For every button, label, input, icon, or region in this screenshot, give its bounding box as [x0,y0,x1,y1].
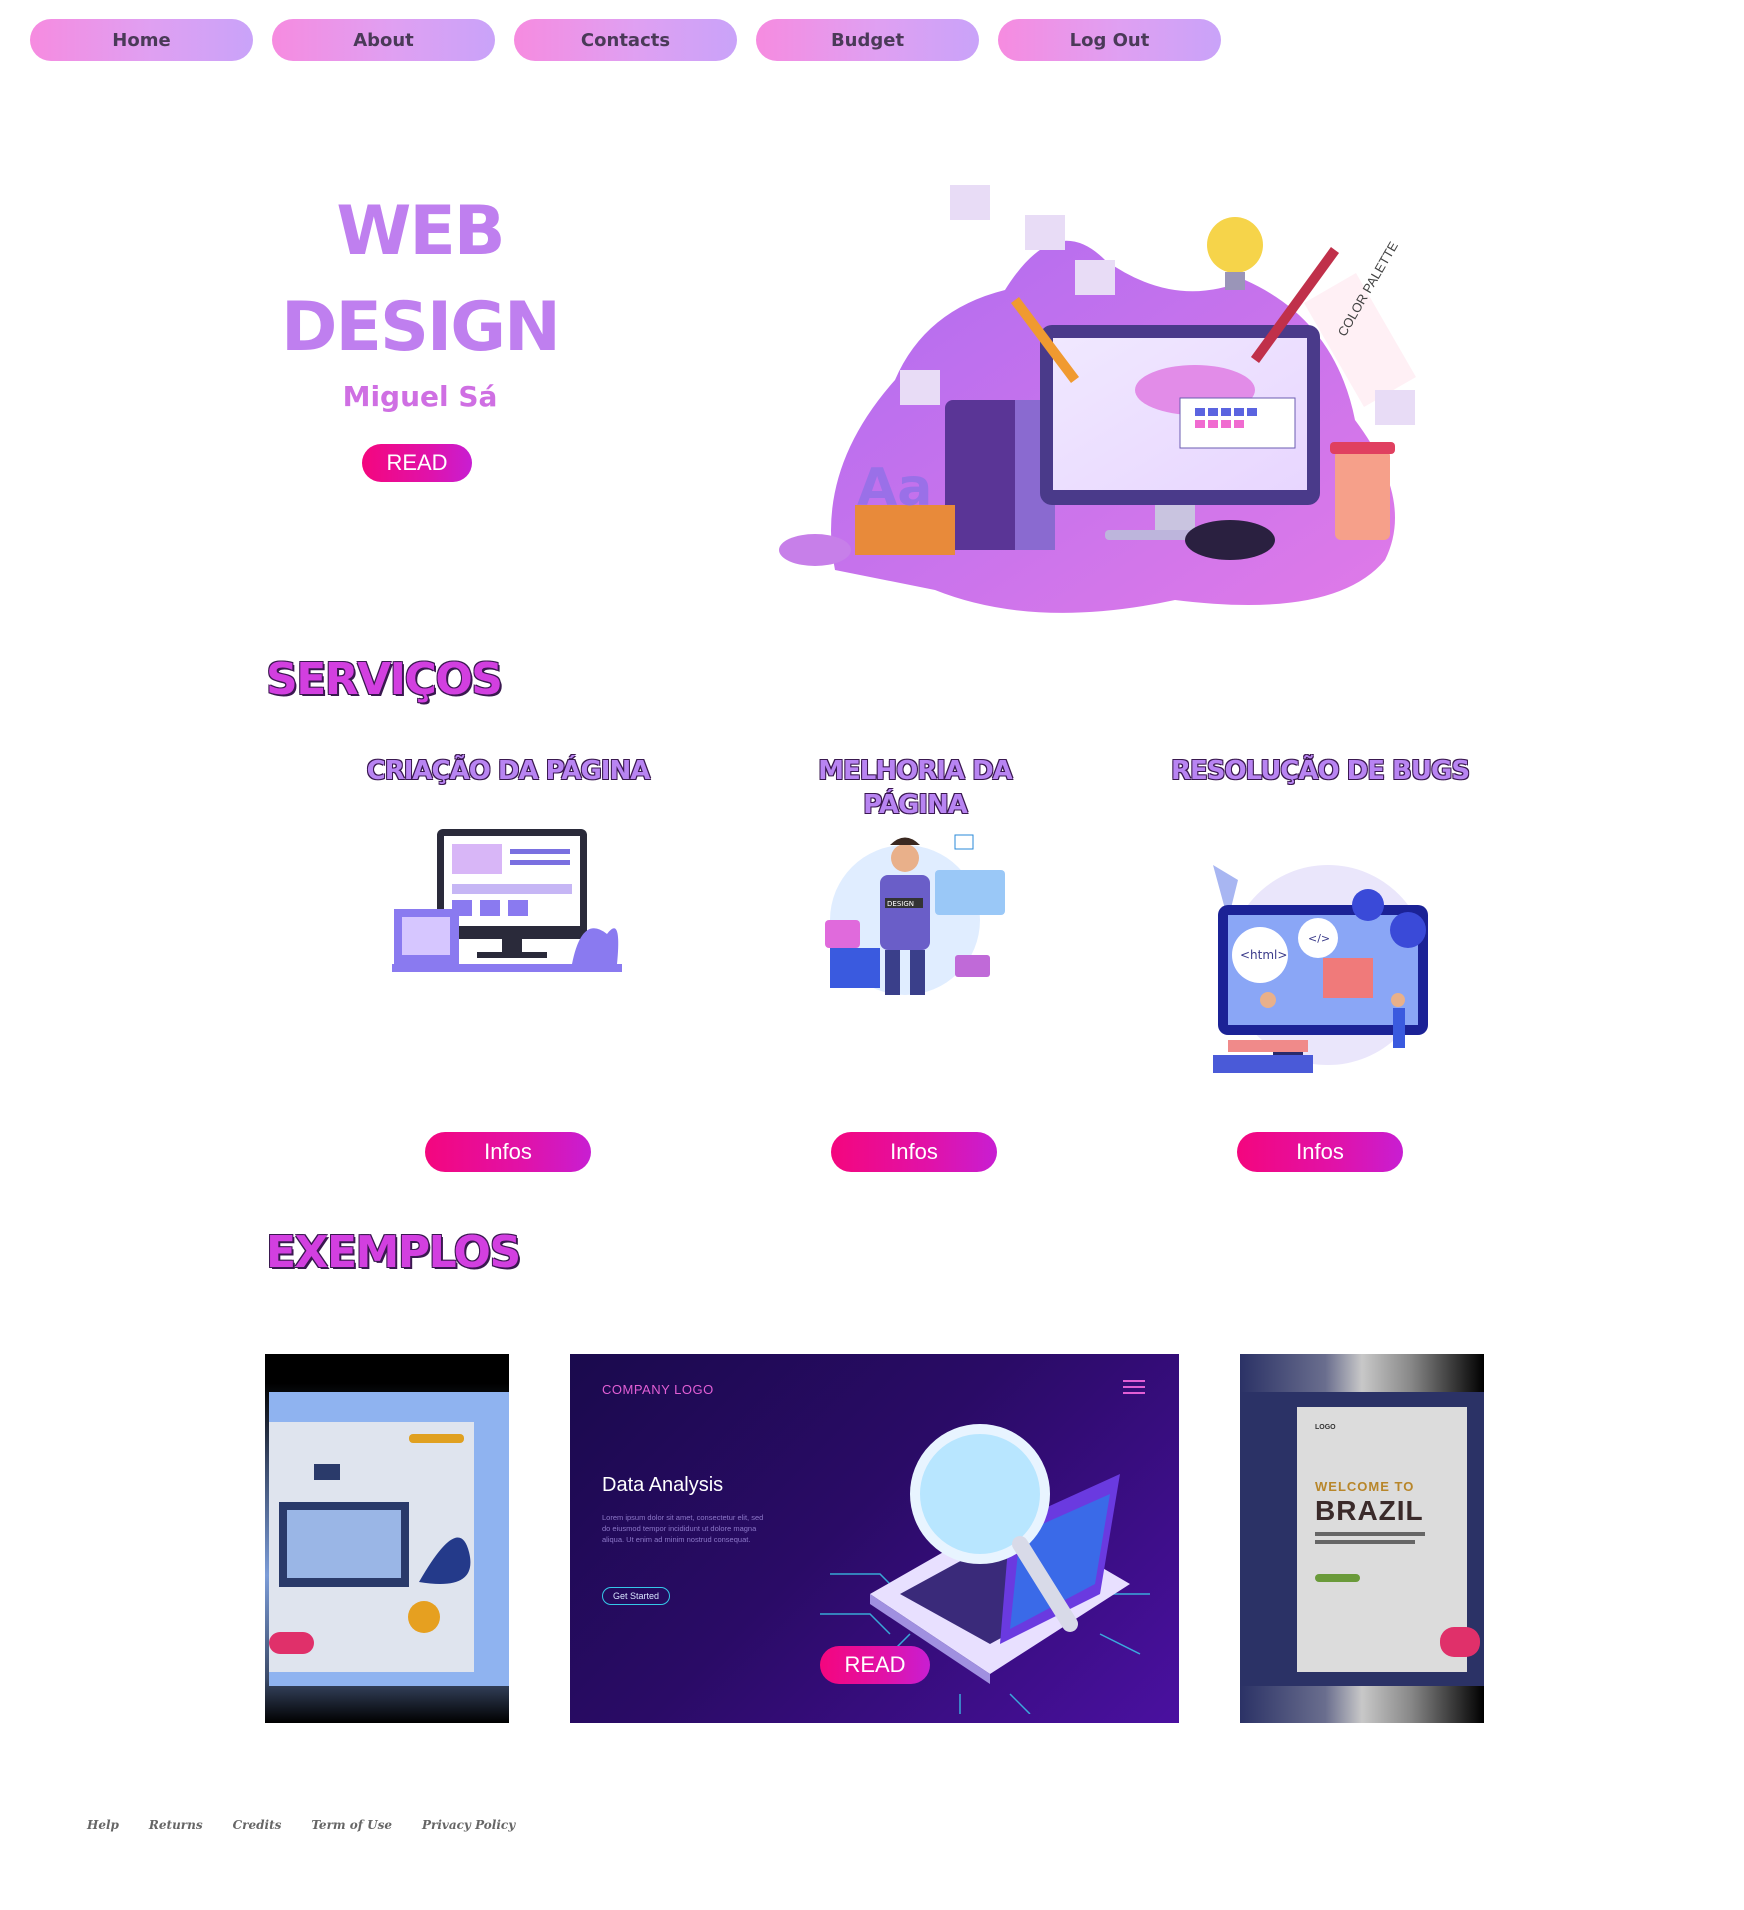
letters-art-label: Aa [857,458,932,518]
hero-title-design: DESIGN [281,288,561,367]
page-improvement-illustration: DESIGN [825,834,1005,995]
footer-link-help[interactable]: Help [87,1818,119,1832]
top-nav: Home About Contacts Budget Log Out [30,19,1221,61]
example-right-preview [1240,1392,1484,1686]
hero-author: Miguel Sá [342,380,498,413]
infos-button-creation[interactable]: Infos [425,1132,591,1172]
right-example-welcome: WELCOME TO [1315,1479,1415,1494]
example-card-center[interactable]: COMPANY LOGO Data Analysis Lorem ipsum d… [570,1354,1179,1723]
nav-logout-button[interactable]: Log Out [998,19,1221,61]
footer: Help Returns Credits Term of Use Privacy… [87,1818,515,1832]
html-tag-label: <html> [1240,948,1287,962]
footer-link-privacy[interactable]: Privacy Policy [422,1818,515,1832]
service-title-improvement: MELHORIA DA PÁGINA [818,756,1013,820]
infos-button-improvement[interactable]: Infos [831,1132,997,1172]
example-title: Data Analysis [602,1474,724,1496]
examples-heading: EXEMPLOS [266,1227,521,1278]
example-card-left[interactable] [265,1354,509,1723]
company-logo: COMPANY LOGO [602,1382,714,1397]
service-title-bugs: RESOLUÇÃO DE BUGS [1170,756,1470,786]
footer-link-terms[interactable]: Term of Use [311,1818,392,1832]
example-read-button[interactable]: READ [820,1646,930,1684]
services-heading: SERVIÇOS [266,654,503,705]
hero-title-web: WEB [336,192,505,271]
nav-about-button[interactable]: About [272,19,495,61]
get-started-button[interactable]: Get Started [602,1587,671,1605]
right-example-title: BRAZIL [1315,1495,1424,1526]
nav-budget-button[interactable]: Budget [756,19,979,61]
bug-fix-illustration: <html> </> [1213,865,1428,1073]
example-body-text: Lorem ipsum dolor sit amet, consectetur … [602,1513,764,1544]
page-creation-illustration [392,829,622,972]
design-badge-label: DESIGN [887,900,914,908]
nav-contacts-button[interactable]: Contacts [514,19,737,61]
example-card-right[interactable]: LOGO WELCOME TO BRAZIL [1240,1354,1484,1723]
service-title-creation: CRIAÇÃO DA PÁGINA [366,756,651,786]
code-tag-label: </> [1308,932,1330,945]
nav-home-button[interactable]: Home [30,19,253,61]
right-example-logo: LOGO [1315,1424,1336,1431]
example-left-preview [269,1392,509,1686]
infos-button-bugs[interactable]: Infos [1237,1132,1403,1172]
hero-read-button[interactable]: READ [362,444,472,482]
footer-link-returns[interactable]: Returns [149,1818,203,1832]
hero-illustration: Aa COLOR PALETTE [779,185,1416,613]
footer-link-credits[interactable]: Credits [233,1818,282,1832]
